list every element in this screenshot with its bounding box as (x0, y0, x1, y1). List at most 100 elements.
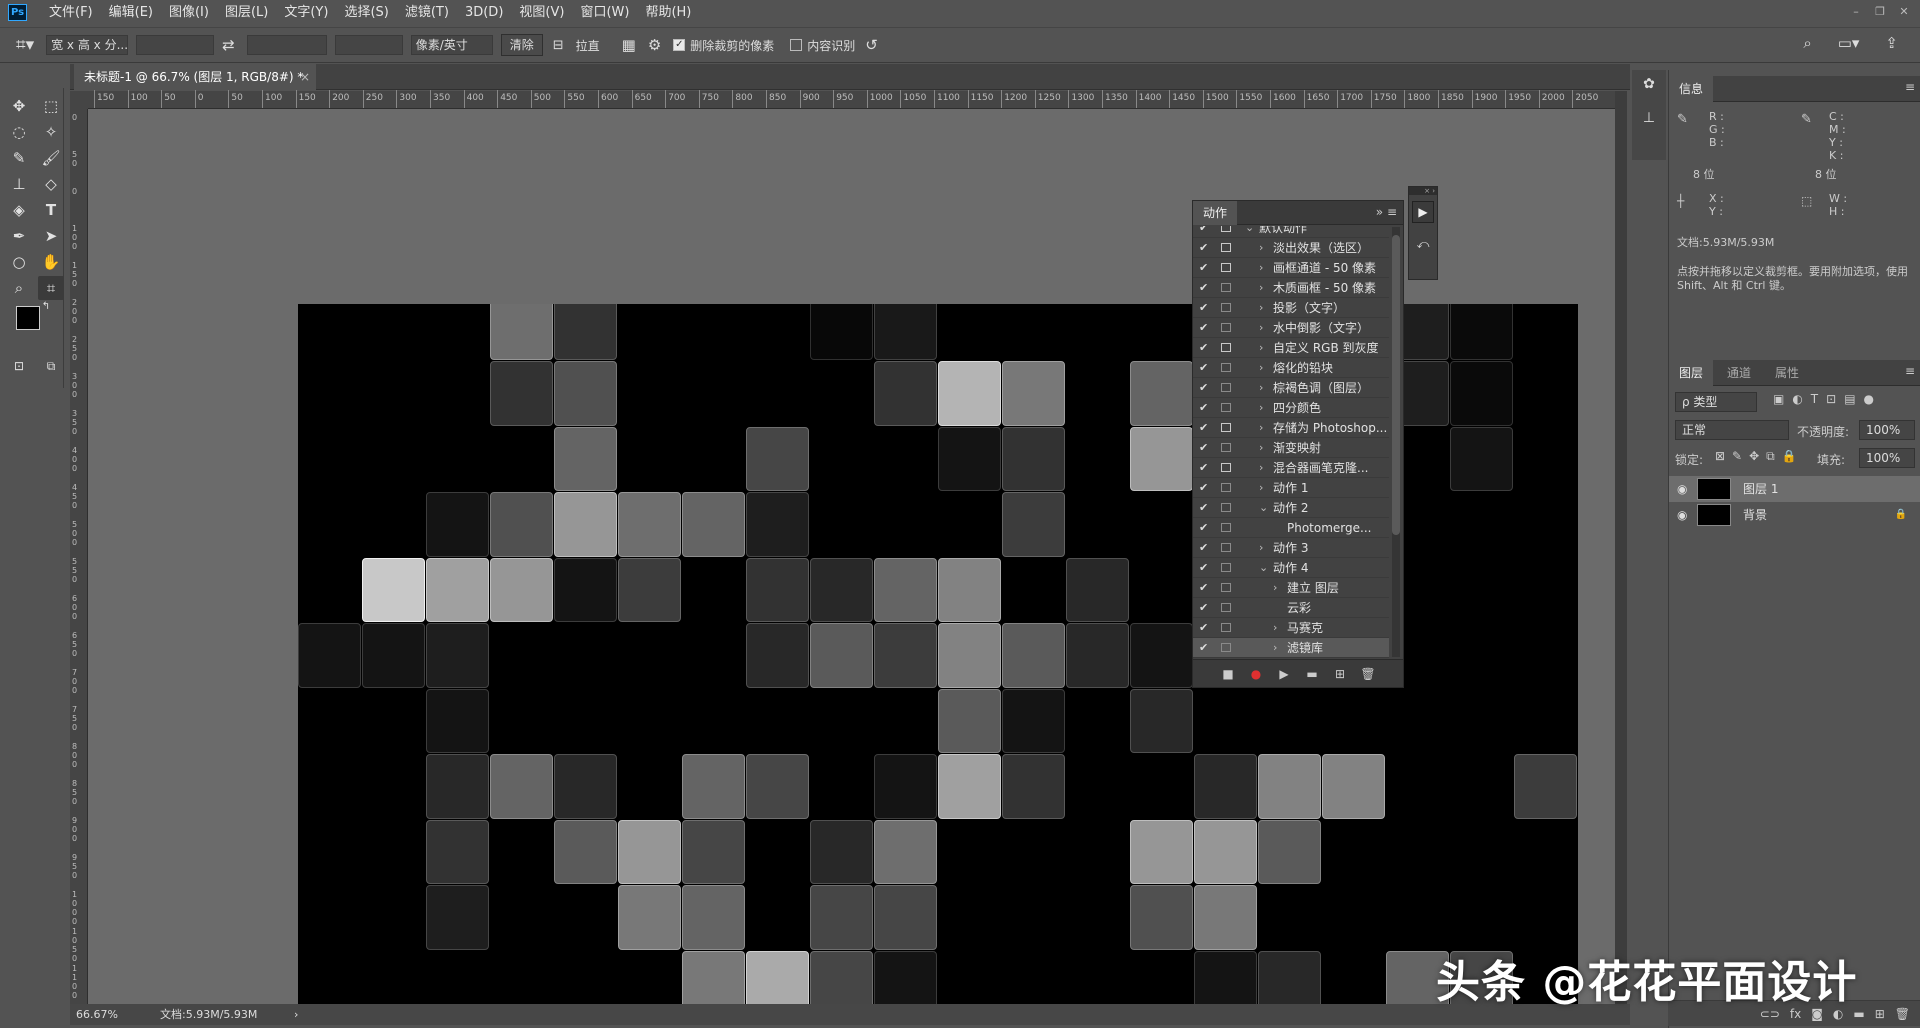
delete-cropped-checkbox[interactable]: ✓ (673, 39, 686, 51)
menu-item-7[interactable]: 3D(D) (457, 0, 511, 25)
record-icon[interactable]: ● (1247, 667, 1265, 681)
chevron-right-icon[interactable]: › (1273, 578, 1277, 598)
eye-icon[interactable]: ◉ (1677, 476, 1687, 502)
action-toggle-check[interactable]: ✔ (1199, 518, 1208, 538)
stamp-icon[interactable]: ⊥ (6, 172, 32, 196)
action-toggle-check[interactable]: ✔ (1199, 318, 1208, 338)
tab-channels[interactable]: 通道 (1717, 360, 1761, 386)
action-item[interactable]: ✔ › 存储为 Photoshop... (1193, 418, 1389, 438)
chevron-right-icon[interactable]: › (1259, 298, 1263, 318)
action-toggle-check[interactable]: ✔ (1199, 598, 1208, 618)
action-item[interactable]: ✔ › 自定义 RGB 到灰度 (1193, 338, 1389, 358)
chevron-right-icon[interactable]: › (1259, 358, 1263, 378)
action-toggle-check[interactable]: ✔ (1199, 638, 1208, 658)
action-item[interactable]: ✔ › 木质画框 - 50 像素 (1193, 278, 1389, 298)
action-toggle-check[interactable]: ✔ (1199, 578, 1208, 598)
chevron-right-icon[interactable]: › (1259, 538, 1263, 558)
action-item[interactable]: ✔ › 熔化的铅块 (1193, 358, 1389, 378)
panel-menu-icon[interactable]: » ≡ (1376, 205, 1397, 219)
new-layer-icon[interactable]: ⊞ (1875, 1007, 1885, 1021)
hand-tool-icon[interactable]: ✋ (38, 250, 64, 274)
menu-item-9[interactable]: 窗口(W) (572, 0, 637, 25)
action-item[interactable]: ✔ › 四分颜色 (1193, 398, 1389, 418)
marquee-tool-icon[interactable]: ⬚ (38, 94, 64, 118)
action-item[interactable]: ✔ Photomerge... (1193, 518, 1389, 538)
dialog-toggle[interactable] (1221, 323, 1231, 332)
chevron-down-icon[interactable]: ⌄ (1259, 498, 1268, 518)
delete-icon[interactable]: 🗑 (1359, 667, 1377, 681)
action-toggle-check[interactable]: ✔ (1199, 258, 1208, 278)
type-tool-icon[interactable]: T (38, 198, 64, 222)
chevron-down-icon[interactable]: ⌄ (1259, 558, 1268, 578)
chevron-right-icon[interactable]: › (1259, 258, 1263, 278)
layer-kind-filter[interactable]: ρ 类型 (1675, 392, 1757, 412)
new-action-icon[interactable]: ⊞ (1331, 667, 1349, 681)
menu-item-3[interactable]: 图层(L) (217, 0, 276, 25)
dialog-toggle[interactable] (1221, 383, 1231, 392)
swap-colors-icon[interactable]: ↰ (40, 300, 52, 312)
dialog-toggle[interactable] (1221, 563, 1231, 572)
dock-close-icon[interactable]: × › (1409, 187, 1437, 195)
chevron-right-icon[interactable]: › (1259, 458, 1263, 478)
pen-tool-icon[interactable]: ✒ (6, 224, 32, 248)
clone-source-icon[interactable]: ⊥ (1638, 110, 1660, 132)
unit-select[interactable]: 像素/英寸 (410, 35, 493, 55)
dialog-toggle[interactable] (1221, 523, 1231, 532)
minimize-button[interactable]: – (1846, 2, 1866, 20)
document-tab[interactable]: 未标题-1 @ 66.7% (图层 1, RGB/8#) * × (74, 64, 316, 90)
dialog-toggle[interactable] (1221, 403, 1231, 412)
dialog-toggle[interactable] (1221, 363, 1231, 372)
opacity-input[interactable]: 100% (1859, 420, 1915, 440)
action-toggle-check[interactable]: ✔ (1199, 478, 1208, 498)
actions-scroll-thumb[interactable] (1392, 235, 1400, 535)
action-toggle-check[interactable]: ✔ (1199, 538, 1208, 558)
dialog-toggle[interactable] (1221, 243, 1231, 252)
zoom-level[interactable]: 66.67% (76, 1004, 118, 1025)
action-toggle-check[interactable]: ✔ (1199, 338, 1208, 358)
height-input[interactable] (246, 35, 327, 55)
stop-icon[interactable]: ■ (1219, 667, 1237, 681)
screen-mode-icon[interactable]: ⧉ (38, 354, 64, 378)
menu-item-10[interactable]: 帮助(H) (637, 0, 699, 25)
gear-icon[interactable]: ⚙ (648, 36, 661, 54)
actions-tab[interactable]: 动作 (1193, 201, 1238, 225)
content-aware-checkbox[interactable] (790, 39, 803, 51)
action-item[interactable]: ✔ › 渐变映射 (1193, 438, 1389, 458)
foreground-color-swatch[interactable] (16, 306, 40, 330)
action-toggle-check[interactable]: ✔ (1199, 438, 1208, 458)
layer-row[interactable]: ◉ 背景 🔒 (1669, 502, 1920, 528)
ellipse-tool-icon[interactable]: ○ (6, 250, 32, 274)
action-item[interactable]: ✔ ⌄ 动作 4 (1193, 558, 1389, 578)
eye-icon[interactable]: ◉ (1677, 502, 1687, 528)
action-item[interactable]: ✔ › 棕褐色调（图层） (1193, 378, 1389, 398)
restore-button[interactable]: ❐ (1870, 2, 1890, 20)
lasso-tool-icon[interactable]: ◌ (6, 120, 32, 144)
actions-scrollbar[interactable] (1392, 227, 1400, 657)
delete-layer-icon[interactable]: 🗑 (1895, 1007, 1910, 1021)
tab-properties[interactable]: 属性 (1765, 360, 1809, 386)
resolution-input[interactable] (334, 35, 403, 55)
action-toggle-check[interactable]: ✔ (1199, 278, 1208, 298)
close-window-button[interactable]: ✕ (1894, 2, 1914, 20)
action-toggle-check[interactable]: ✔ (1199, 498, 1208, 518)
chevron-right-icon[interactable]: › (1259, 398, 1263, 418)
action-item[interactable]: ✔ › 动作 3 (1193, 538, 1389, 558)
workspace-icon[interactable]: ▭▾ (1838, 34, 1860, 52)
dialog-toggle[interactable] (1221, 343, 1231, 352)
chevron-right-icon[interactable]: › (1259, 438, 1263, 458)
search-icon[interactable]: ⌕ (1803, 34, 1811, 52)
action-item[interactable]: ✔ 云彩 (1193, 598, 1389, 618)
magic-wand-icon[interactable]: ✧ (38, 120, 64, 144)
action-item[interactable]: ✔ › 建立 图层 (1193, 578, 1389, 598)
chevron-right-icon[interactable]: › (1259, 378, 1263, 398)
action-toggle-check[interactable]: ✔ (1199, 418, 1208, 438)
path-select-icon[interactable]: ➤ (38, 224, 64, 248)
tab-layers[interactable]: 图层 (1669, 360, 1714, 386)
straighten-label[interactable]: 拉直 (576, 37, 600, 54)
dialog-toggle[interactable] (1221, 603, 1231, 612)
eyedropper-icon[interactable]: ✎ (6, 146, 32, 170)
ratio-select[interactable]: 宽 x 高 x 分... (46, 35, 129, 55)
crop-tool-icon[interactable]: ⌗ (38, 276, 64, 300)
chevron-right-icon[interactable]: › (1259, 338, 1263, 358)
action-toggle-check[interactable]: ✔ (1199, 358, 1208, 378)
